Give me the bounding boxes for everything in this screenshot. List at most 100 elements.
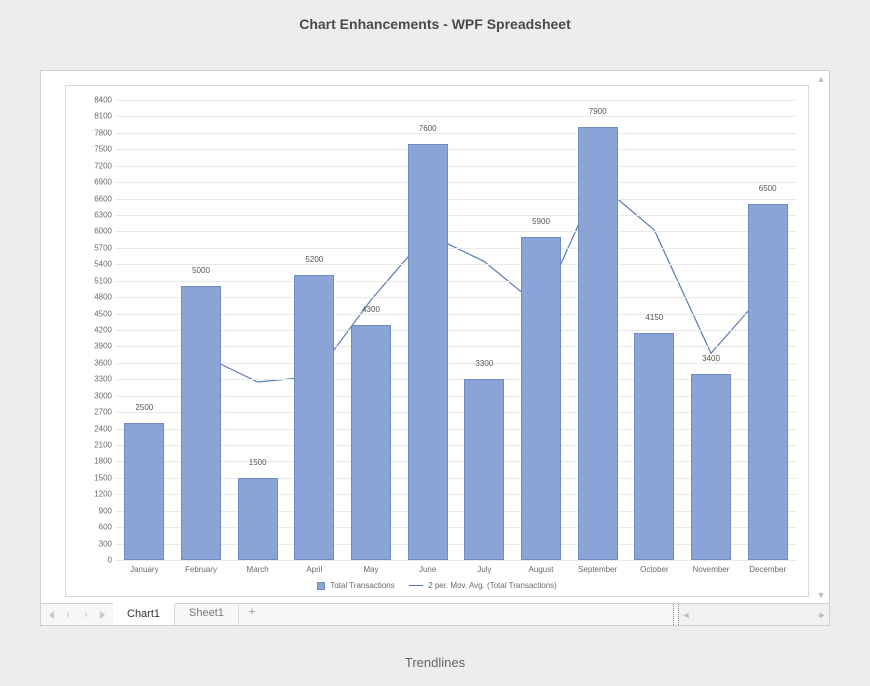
x-tick-label: November <box>683 565 739 574</box>
y-tick-label: 3000 <box>82 391 112 400</box>
bar-value-label: 2500 <box>124 403 164 412</box>
y-tick-label: 1800 <box>82 457 112 466</box>
y-tick-label: 900 <box>82 506 112 515</box>
y-tick-label: 1500 <box>82 473 112 482</box>
bar-value-label: 6500 <box>748 184 788 193</box>
x-tick-label: August <box>513 565 569 574</box>
x-tick-label: March <box>230 565 286 574</box>
x-tick-label: February <box>173 565 229 574</box>
x-tick-label: October <box>626 565 682 574</box>
bar-value-label: 5900 <box>521 217 561 226</box>
bar-value-label: 4150 <box>634 313 674 322</box>
y-tick-label: 7200 <box>82 161 112 170</box>
gridline <box>116 199 796 200</box>
gridline <box>116 133 796 134</box>
y-tick-label: 5400 <box>82 260 112 269</box>
legend-swatch-icon <box>317 582 325 590</box>
tab-nav-next-button[interactable]: › <box>77 604 95 625</box>
y-tick-label: 5100 <box>82 276 112 285</box>
bar-value-label: 3300 <box>464 359 504 368</box>
gridline <box>116 100 796 101</box>
legend-line-icon <box>409 585 423 586</box>
bar-value-label: 3400 <box>691 354 731 363</box>
spreadsheet-panel: ▲ ▼ 0 300 600 900 1200 1500 1800 2100 2400 2700 30… <box>40 70 830 626</box>
scroll-up-icon[interactable]: ▲ <box>815 73 827 85</box>
y-tick-label: 5700 <box>82 243 112 252</box>
page-title: Chart Enhancements - WPF Spreadsheet <box>0 0 870 38</box>
y-tick-label: 1200 <box>82 490 112 499</box>
bar <box>578 127 618 560</box>
gridline <box>116 231 796 232</box>
y-tick-label: 4200 <box>82 326 112 335</box>
x-tick-label: July <box>456 565 512 574</box>
bar-value-label: 1500 <box>238 458 278 467</box>
y-tick-label: 7500 <box>82 145 112 154</box>
gridline <box>116 149 796 150</box>
caption: Trendlines <box>0 655 870 670</box>
bar-value-label: 7900 <box>578 107 618 116</box>
y-tick-label: 0 <box>82 556 112 565</box>
y-tick-label: 8100 <box>82 112 112 121</box>
bar <box>294 275 334 560</box>
bar <box>748 204 788 560</box>
y-tick-label: 8400 <box>82 96 112 105</box>
y-tick-label: 6900 <box>82 178 112 187</box>
sheet-tabbar: ‹ › Chart1 Sheet1 + ◄ ► <box>41 603 829 625</box>
bar <box>181 286 221 560</box>
y-tick-label: 3300 <box>82 375 112 384</box>
plot-area: 0300600900120015001800210024002700300033… <box>116 100 796 560</box>
tab-nav-prev-button[interactable]: ‹ <box>59 604 77 625</box>
bar-value-label: 4300 <box>351 305 391 314</box>
y-tick-label: 7800 <box>82 128 112 137</box>
y-tick-label: 3600 <box>82 358 112 367</box>
bar <box>351 325 391 560</box>
y-tick-label: 2100 <box>82 441 112 450</box>
bar <box>408 144 448 560</box>
y-tick-label: 2400 <box>82 424 112 433</box>
y-tick-label: 600 <box>82 523 112 532</box>
y-tick-label: 4500 <box>82 309 112 318</box>
y-tick-label: 3900 <box>82 342 112 351</box>
gridline <box>116 248 796 249</box>
hscroll-left-icon[interactable]: ◄ <box>679 610 693 620</box>
bar <box>124 423 164 560</box>
bar <box>691 374 731 560</box>
tab-nav-last-button[interactable] <box>95 604 113 625</box>
x-tick-label: May <box>343 565 399 574</box>
bar <box>238 478 278 560</box>
bar <box>521 237 561 560</box>
bar-value-label: 5000 <box>181 266 221 275</box>
gridline <box>116 281 796 282</box>
gridline <box>116 166 796 167</box>
y-tick-label: 6300 <box>82 211 112 220</box>
bar-value-label: 7600 <box>408 124 448 133</box>
legend-trend-label: 2 per. Mov. Avg. (Total Transactions) <box>428 581 557 590</box>
y-tick-label: 6000 <box>82 227 112 236</box>
chart-legend: Total Transactions 2 per. Mov. Avg. (Tot… <box>66 581 808 590</box>
tab-sheet1[interactable]: Sheet1 <box>175 604 239 625</box>
x-tick-label: June <box>400 565 456 574</box>
gridline <box>116 264 796 265</box>
bar <box>634 333 674 560</box>
gridline <box>116 560 796 561</box>
scroll-down-icon[interactable]: ▼ <box>815 589 827 601</box>
horizontal-scrollbar[interactable]: ◄ ► <box>679 604 829 625</box>
add-sheet-button[interactable]: + <box>239 604 265 625</box>
tab-nav-first-button[interactable] <box>41 604 59 625</box>
y-tick-label: 2700 <box>82 408 112 417</box>
legend-series-label: Total Transactions <box>330 581 394 590</box>
x-tick-label: September <box>570 565 626 574</box>
tab-chart1[interactable]: Chart1 <box>113 603 175 625</box>
bar <box>464 379 504 560</box>
chart-area: 0 300 600 900 1200 1500 1800 2100 2400 2700 3000 33… <box>65 85 809 597</box>
bar-value-label: 5200 <box>294 255 334 264</box>
x-tick-label: December <box>740 565 796 574</box>
hscroll-right-icon[interactable]: ► <box>815 610 829 620</box>
y-tick-label: 6600 <box>82 194 112 203</box>
gridline <box>116 116 796 117</box>
y-tick-label: 300 <box>82 539 112 548</box>
x-tick-label: April <box>286 565 342 574</box>
gridline <box>116 182 796 183</box>
x-tick-label: January <box>116 565 172 574</box>
y-tick-label: 4800 <box>82 293 112 302</box>
